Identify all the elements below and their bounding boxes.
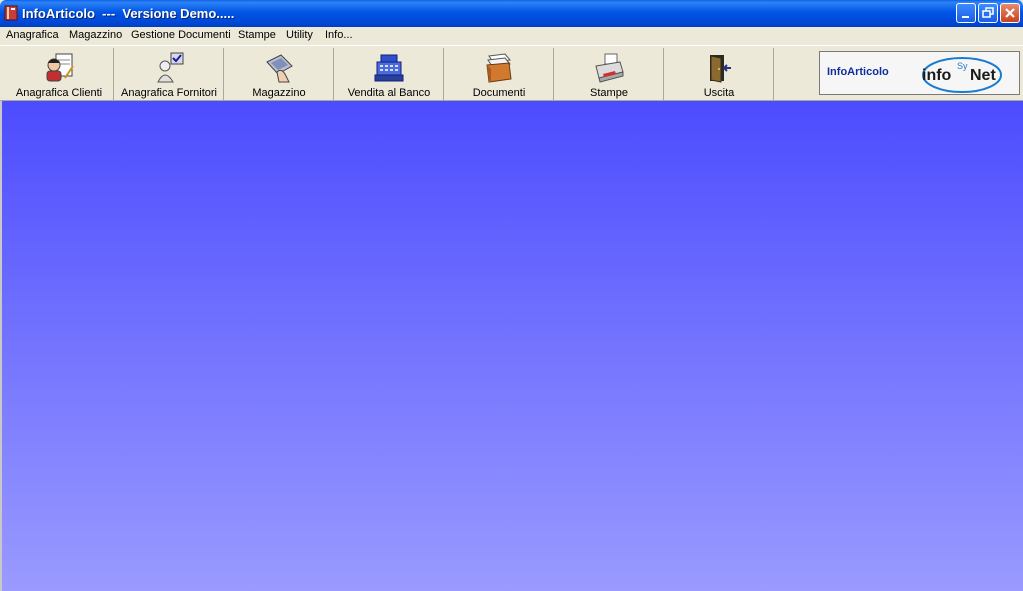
supplier-check-icon	[157, 52, 184, 83]
vendita-al-banco-label: Vendita al Banco	[347, 87, 431, 99]
magazzino-button[interactable]: Magazzino	[224, 48, 334, 100]
menu-utility[interactable]: Utility	[286, 29, 313, 41]
mdi-workspace[interactable]	[0, 101, 1023, 591]
menu-stampe[interactable]: Stampe	[238, 29, 276, 41]
magazzino-label: Magazzino	[252, 87, 306, 99]
document-box-icon	[486, 53, 512, 83]
product-name: InfoArticolo	[827, 66, 889, 78]
stampe-label: Stampe	[590, 87, 628, 99]
menu-anagrafica[interactable]: Anagrafica	[6, 29, 59, 41]
minimize-icon	[962, 16, 969, 18]
anagrafica-fornitori-button[interactable]: Anagrafica Fornitori	[114, 48, 224, 100]
anagrafica-clienti-label: Anagrafica Clienti	[15, 87, 103, 99]
cash-register-icon	[374, 54, 404, 82]
client-notepad-icon	[46, 53, 74, 82]
logo-net-text: Net	[970, 67, 996, 84]
restore-icon	[982, 7, 994, 18]
logo-sy-text: Sy	[957, 61, 968, 71]
menu-info[interactable]: Info...	[325, 29, 353, 41]
logo-info-text: info	[922, 67, 952, 84]
menu-magazzino[interactable]: Magazzino	[69, 29, 122, 41]
documenti-label: Documenti	[472, 87, 526, 99]
menu-bar: Anagrafica Magazzino Gestione Documenti …	[0, 27, 1023, 45]
warehouse-hand-icon	[266, 54, 293, 83]
title-bar[interactable]: InfoArticolo --- Versione Demo.....	[0, 0, 1023, 27]
printer-icon	[595, 53, 624, 83]
anagrafica-clienti-button[interactable]: Anagrafica Clienti	[4, 48, 114, 100]
brand-box: InfoArticolo info Sy Net	[819, 51, 1020, 95]
close-icon	[1005, 8, 1015, 18]
close-button[interactable]	[1000, 3, 1020, 23]
minimize-button[interactable]	[956, 3, 976, 23]
vendita-al-banco-button[interactable]: Vendita al Banco	[334, 48, 444, 100]
exit-door-icon	[710, 55, 731, 83]
app-book-icon	[4, 5, 18, 21]
anagrafica-fornitori-label: Anagrafica Fornitori	[121, 87, 217, 99]
uscita-label: Uscita	[703, 87, 735, 99]
infosynet-logo: info Sy Net	[922, 57, 1002, 93]
stampe-button[interactable]: Stampe	[554, 48, 664, 100]
restore-button[interactable]	[978, 3, 998, 23]
menu-gestione-documenti[interactable]: Gestione Documenti	[131, 29, 231, 41]
uscita-button[interactable]: Uscita	[664, 48, 774, 100]
toolbar: Anagrafica Clienti Anagrafica Fornitori …	[0, 45, 1023, 101]
window-title: InfoArticolo --- Versione Demo.....	[22, 6, 235, 21]
documenti-button[interactable]: Documenti	[444, 48, 554, 100]
